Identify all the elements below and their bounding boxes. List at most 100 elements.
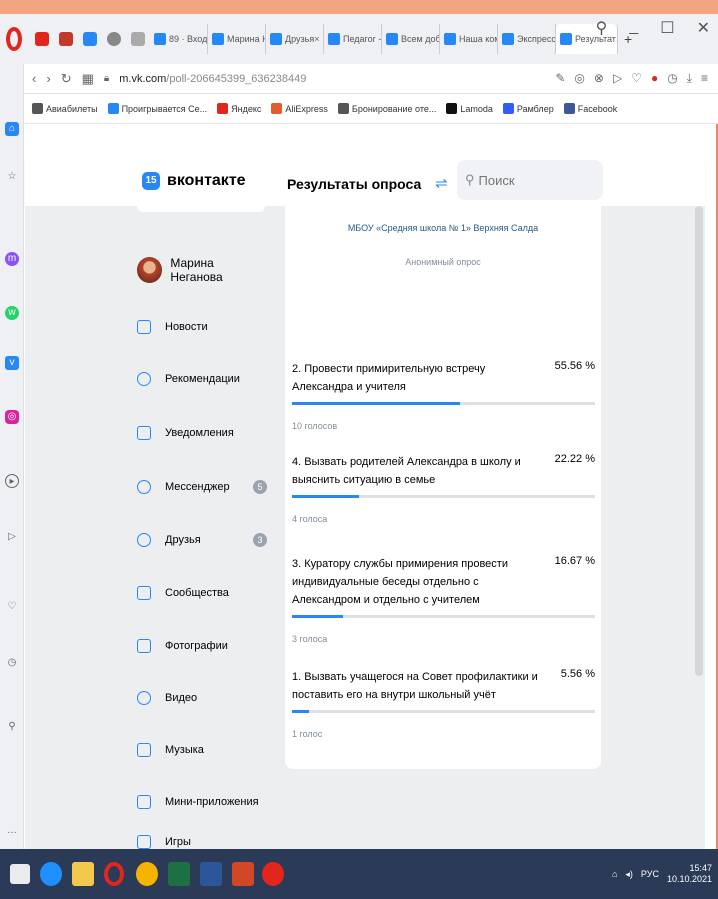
maximize-button[interactable]: ☐ [660, 18, 674, 38]
poll-option-votes[interactable]: 10 голосов [292, 421, 595, 431]
bookmark-item[interactable]: Бронирование оте... [337, 103, 436, 114]
menu-item-communities[interactable]: Сообщества [137, 583, 267, 603]
search-input[interactable] [478, 172, 589, 188]
poll-group-link[interactable]: МБОУ «Средняя школа № 1» Верхняя Салда [285, 223, 601, 233]
minimize-button[interactable]: _ [629, 18, 638, 38]
browser-tab[interactable]: Всем добр× [382, 24, 440, 54]
url-field[interactable]: m.vk.com/poll-206645399_636238449 [119, 73, 306, 85]
snapshot-icon[interactable]: ◷ [667, 71, 677, 86]
bookmark-item[interactable]: Проигрывается Се... [107, 103, 207, 114]
bookmark-item[interactable]: Яндекс [217, 103, 261, 114]
menu-item-friends[interactable]: Друзья 3 [137, 530, 267, 550]
windows-start-icon[interactable] [10, 864, 30, 884]
photos-icon [137, 639, 151, 653]
whatsapp-icon[interactable]: w [5, 306, 19, 320]
pinned-tab-icon[interactable] [107, 32, 121, 46]
tabs-grid-icon[interactable]: ▦ [82, 71, 94, 87]
menu-item-music[interactable]: Музыка [137, 740, 267, 760]
browser-tab[interactable]: Педагог -× [324, 24, 382, 54]
bookmark-item[interactable]: Рамблер [502, 103, 554, 114]
menu-item-bell[interactable]: Уведомления [137, 423, 267, 443]
speed-dial-icon[interactable] [35, 32, 49, 46]
pinned-tab-icon[interactable] [59, 32, 73, 46]
bookmark-item[interactable]: Авиабилеты [32, 103, 98, 114]
home-icon[interactable]: ⌂ [5, 122, 19, 136]
play-icon[interactable]: ▷ [613, 71, 622, 86]
avatar[interactable] [137, 257, 163, 283]
volume-icon[interactable]: ◂) [625, 869, 633, 880]
poll-option-votes[interactable]: 3 голоса [292, 634, 595, 644]
menu-item-photos[interactable]: Фотографии [137, 636, 267, 656]
close-button[interactable]: ✕ [697, 18, 710, 38]
close-tab-icon[interactable]: × [314, 34, 319, 44]
download-icon[interactable]: ⤓ [687, 71, 692, 86]
excel-icon[interactable] [168, 862, 190, 886]
tab-label: Экспресс [517, 34, 556, 44]
scrollbar[interactable] [695, 206, 703, 676]
profile-link[interactable]: Марина Неганова [137, 256, 267, 284]
powerpoint-icon[interactable] [232, 862, 254, 886]
vk-app-icon[interactable]: v [5, 356, 19, 370]
clock[interactable]: 15:47 10.10.2021 [667, 863, 712, 885]
more-icon[interactable]: … [5, 824, 19, 838]
poll-option-votes[interactable]: 4 голоса [292, 514, 595, 524]
menu-item-mini-apps[interactable]: Мини-приложения [137, 792, 267, 812]
browser-tab[interactable]: Наша ком× [440, 24, 498, 54]
back-icon[interactable]: ‹ [32, 71, 36, 86]
user-name: Марина Неганова [170, 256, 223, 284]
vk-logo-icon[interactable]: 15 [142, 172, 160, 190]
menu-icon[interactable]: ≡ [701, 71, 708, 86]
yandex-icon[interactable] [262, 862, 284, 886]
chrome-icon[interactable] [136, 862, 158, 886]
heart-icon[interactable]: ♡ [631, 71, 642, 86]
menu-item-label: Уведомления [165, 427, 234, 439]
language-indicator[interactable]: РУС [641, 869, 659, 879]
pinboard-icon[interactable]: ♡ [5, 600, 19, 614]
pinned-tab-icon[interactable] [131, 32, 145, 46]
search-taskbar-icon[interactable] [40, 862, 62, 886]
tab-favicon-icon [444, 33, 456, 45]
messenger-app-icon[interactable]: m [5, 252, 19, 266]
edit-icon[interactable]: ✎ [555, 71, 565, 86]
filter-icon[interactable]: ⇌ [435, 174, 448, 192]
bookmark-icon [502, 103, 514, 114]
bookmark-label: Facebook [577, 103, 618, 114]
menu-item-recommendations[interactable]: Рекомендации [137, 369, 267, 389]
menu-item-games[interactable]: Игры [137, 832, 267, 849]
history-icon[interactable]: ◷ [5, 656, 19, 670]
browser-tab[interactable]: Марина Н× [208, 24, 266, 54]
network-icon[interactable]: ⌂ [612, 869, 617, 879]
menu-item-messenger[interactable]: Мессенджер 5 [137, 477, 267, 497]
search-box[interactable]: ⚲ [457, 160, 603, 200]
reload-icon[interactable]: ↻ [61, 71, 72, 87]
word-icon[interactable] [200, 862, 222, 886]
vk-logo-text[interactable]: вконтакте [167, 172, 246, 190]
browser-tab[interactable]: 89 · Входя× [150, 24, 208, 54]
menu-item-video[interactable]: Видео [137, 688, 267, 708]
location-icon[interactable]: ⚲ [5, 720, 19, 734]
opera-logo-icon[interactable] [6, 27, 22, 51]
bookmark-item[interactable]: Lamoda [446, 103, 493, 114]
browser-tab[interactable]: Друзья × [266, 24, 324, 54]
forward-icon[interactable]: › [46, 71, 50, 86]
bell-icon [137, 426, 151, 440]
adblock-icon[interactable]: ⊗ [594, 71, 604, 86]
bookmark-item[interactable]: AliExpress [271, 103, 328, 114]
camera-icon[interactable]: ◎ [574, 71, 584, 86]
player-icon[interactable]: ▸ [5, 474, 19, 488]
tab-label: 89 · Входя [169, 34, 208, 44]
search-tabs-icon[interactable]: ⚲ [596, 18, 608, 38]
poll-option-votes[interactable]: 1 голос [292, 729, 595, 739]
file-explorer-icon[interactable] [72, 862, 94, 886]
browser-tab[interactable]: Экспресс× [498, 24, 556, 54]
mini-apps-icon [137, 795, 151, 809]
flow-icon[interactable]: ▷ [5, 530, 19, 544]
instagram-icon[interactable]: ◎ [5, 410, 19, 424]
opera-taskbar-icon[interactable] [104, 862, 124, 886]
pinned-tab-icon[interactable] [83, 32, 97, 46]
communities-icon [137, 586, 151, 600]
menu-item-news[interactable]: Новости [137, 317, 267, 337]
bookmark-item[interactable]: Facebook [563, 103, 618, 114]
star-icon[interactable]: ☆ [5, 170, 19, 184]
vpn-icon[interactable]: ● [651, 71, 658, 86]
